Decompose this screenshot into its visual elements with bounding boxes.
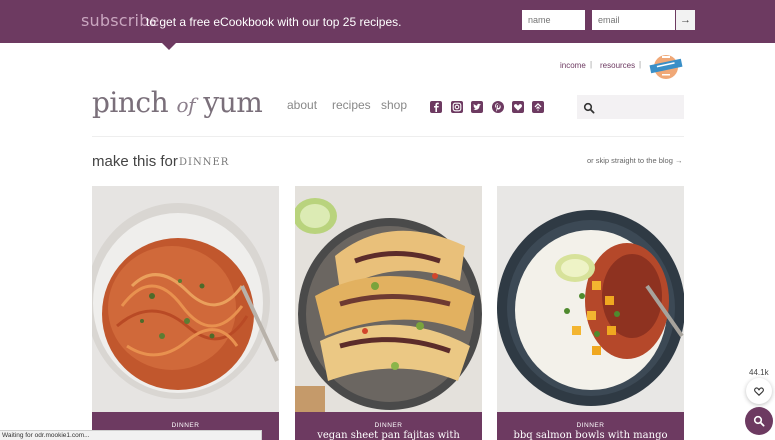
floating-search-button[interactable] xyxy=(745,407,773,435)
recipe-card-category: DINNER xyxy=(374,422,403,429)
spaghetti-photo xyxy=(92,186,279,412)
search-icon[interactable] xyxy=(583,101,595,114)
logo-text-yum: yum xyxy=(203,86,263,119)
income-link[interactable]: income xyxy=(560,61,586,70)
section-title: make this for xyxy=(92,153,178,170)
search-icon xyxy=(753,415,765,427)
recipe-card-label: DINNER vegan sheet pan fajitas with xyxy=(295,412,482,440)
nav-shop[interactable]: shop xyxy=(381,98,407,112)
header-divider xyxy=(92,136,684,137)
name-field[interactable] xyxy=(522,10,585,30)
subscribe-bar: subscribe to get a free eCookbook with o… xyxy=(0,0,775,43)
subscribe-tagline: to get a free eCookbook with our top 25 … xyxy=(146,15,402,29)
recipe-card[interactable]: DINNER bbq salmon bowls with mango xyxy=(497,186,684,440)
skip-to-blog-link[interactable]: or skip straight to the blog → xyxy=(587,156,682,165)
link-separator: | xyxy=(590,60,593,69)
site-logo[interactable]: pinch of yum xyxy=(92,86,263,119)
recipe-card-title: bbq salmon bowls with mango xyxy=(513,430,668,440)
nav-about[interactable]: about xyxy=(287,98,317,112)
resources-link[interactable]: resources xyxy=(600,61,635,70)
link-separator: | xyxy=(639,60,642,69)
section-category[interactable]: DINNER xyxy=(179,157,229,168)
recipe-card-title: vegan sheet pan fajitas with xyxy=(317,430,460,440)
status-text: Waiting for odr.mookie1.com... xyxy=(2,432,90,439)
twitter-icon[interactable] xyxy=(471,101,483,113)
feedly-icon[interactable] xyxy=(532,101,544,113)
email-field[interactable] xyxy=(592,10,675,30)
salmon-bowl-photo xyxy=(497,186,684,412)
subscribe-submit-button[interactable]: → xyxy=(676,10,695,30)
food-blogger-pro-badge[interactable] xyxy=(648,52,684,80)
recipe-card[interactable]: DINNER xyxy=(92,186,279,440)
share-count: 44.1k xyxy=(749,368,769,377)
logo-text-of: of xyxy=(176,93,196,117)
nav-recipes[interactable]: recipes xyxy=(332,98,371,112)
favorite-button[interactable] xyxy=(746,378,772,404)
logo-text-pinch: pinch xyxy=(92,86,169,119)
fajitas-photo xyxy=(295,186,482,412)
recipe-card-category: DINNER xyxy=(171,422,200,429)
recipe-card-category: DINNER xyxy=(576,422,605,429)
browser-status-bar: Waiting for odr.mookie1.com... xyxy=(0,430,262,440)
subscribe-bar-pointer xyxy=(162,43,176,50)
bloglovin-heart-icon[interactable] xyxy=(512,101,524,113)
recipe-card[interactable]: DINNER vegan sheet pan fajitas with xyxy=(295,186,482,440)
facebook-icon[interactable] xyxy=(430,101,442,113)
instagram-icon[interactable] xyxy=(451,101,463,113)
pinterest-icon[interactable] xyxy=(492,101,504,113)
arrow-right-icon: → xyxy=(680,14,691,26)
recipe-card-label: DINNER bbq salmon bowls with mango xyxy=(497,412,684,440)
heart-icon xyxy=(754,387,764,396)
